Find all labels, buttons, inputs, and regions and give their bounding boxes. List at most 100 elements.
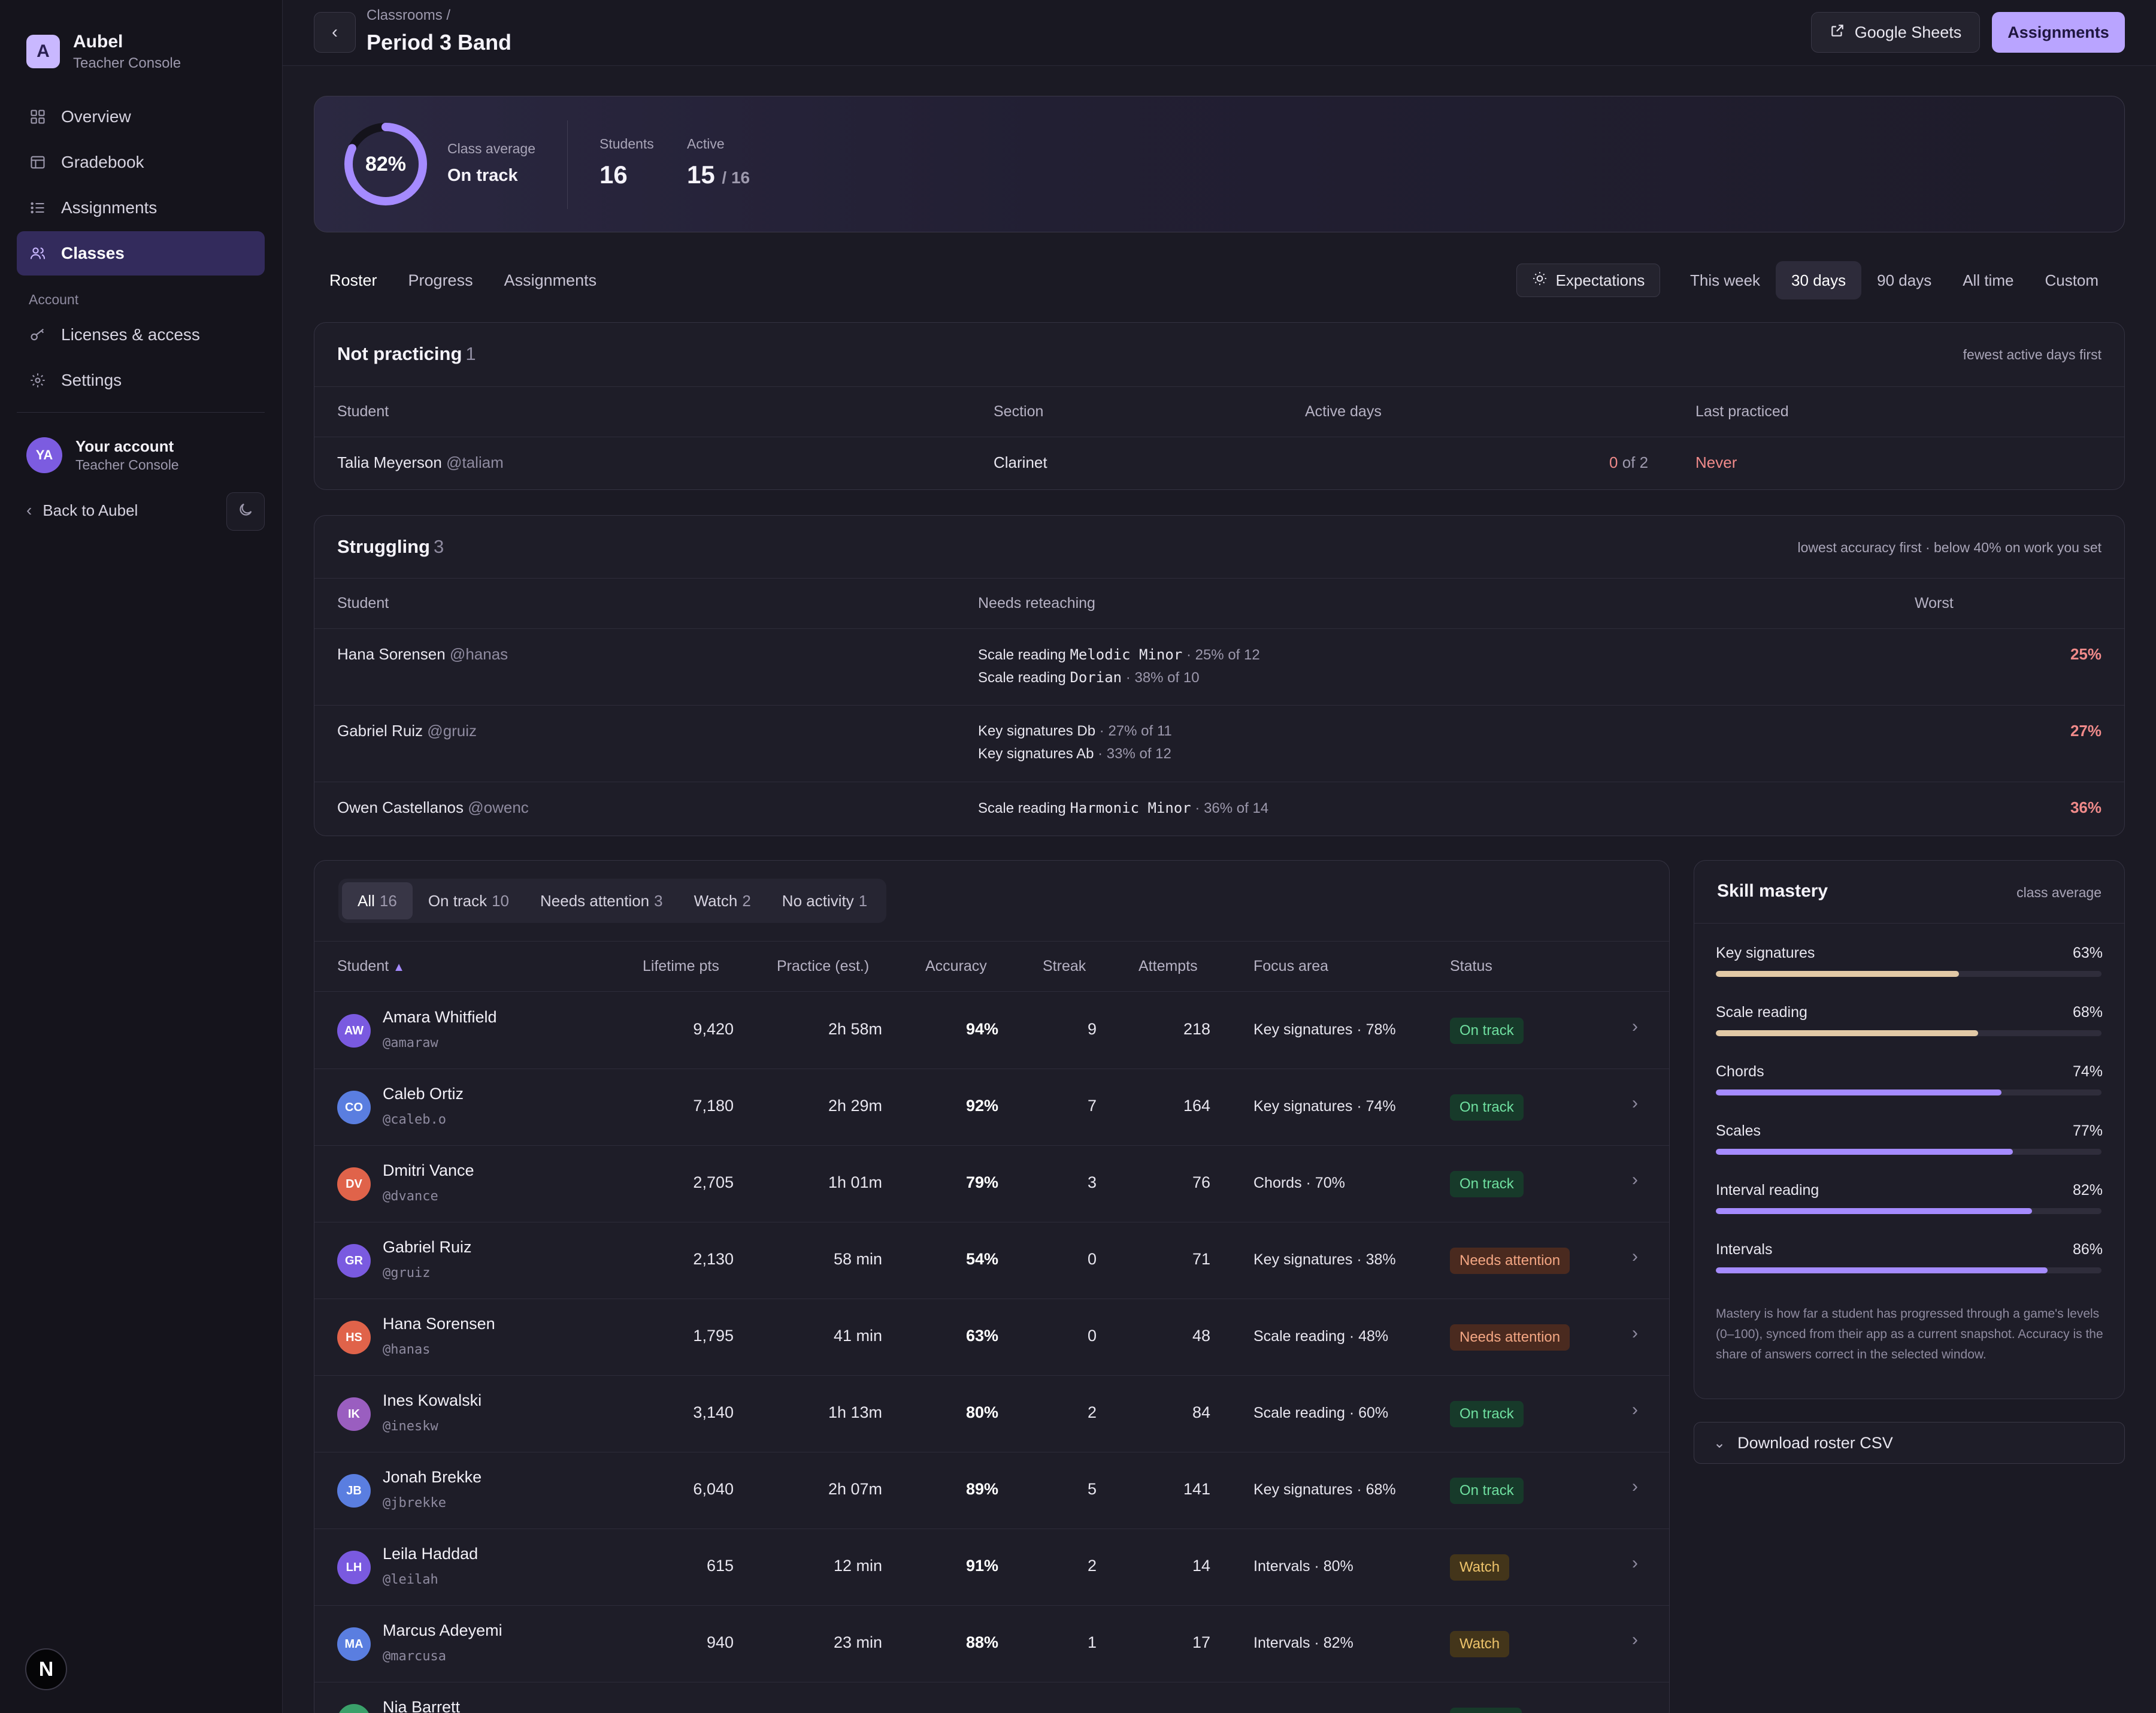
table-row[interactable]: GR Gabriel Ruiz @gruiz 2,130 58 min 54% 0 71 Key… bbox=[314, 1222, 1669, 1299]
tab-roster[interactable]: Roster bbox=[314, 262, 393, 298]
table-row[interactable]: CO Caleb Ortiz @caleb.o 7,180 2h 29m 92% 7 164 K… bbox=[314, 1069, 1669, 1146]
student-handle: @taliam bbox=[446, 453, 504, 471]
table-row[interactable]: LH Leila Haddad @leilah 615 12 min 91% 2 14 Inte… bbox=[314, 1529, 1669, 1606]
google-sheets-button[interactable]: Google Sheets bbox=[1811, 12, 1980, 53]
range-all-time[interactable]: All time bbox=[1947, 261, 2029, 299]
column-header-student[interactable]: Student bbox=[337, 595, 389, 612]
student-name[interactable]: Dmitri Vance bbox=[383, 1161, 474, 1180]
table-row[interactable]: NB Nia Barrett bbox=[314, 1682, 1669, 1713]
range-custom[interactable]: Custom bbox=[2029, 261, 2114, 299]
student-name[interactable]: Marcus Adeyemi bbox=[383, 1621, 502, 1640]
student-name[interactable]: Hana Sorensen @hanas bbox=[337, 645, 508, 664]
focus-area: Scale reading · 48% bbox=[1253, 1328, 1389, 1345]
filter-needs-attention[interactable]: Needs attention 3 bbox=[525, 882, 679, 919]
practice-time: 23 min bbox=[833, 1633, 882, 1651]
tab-progress[interactable]: Progress bbox=[393, 262, 489, 298]
student-name[interactable]: Ines Kowalski bbox=[383, 1391, 482, 1410]
skill-label: Scale reading bbox=[1716, 1004, 1807, 1021]
student-name[interactable]: Amara Whitfield bbox=[383, 1008, 497, 1027]
tab-assignments[interactable]: Assignments bbox=[489, 262, 613, 298]
chevron-right-icon[interactable]: › bbox=[1632, 1246, 1638, 1267]
student-name[interactable]: Jonah Brekke bbox=[383, 1468, 482, 1487]
practice-time: 2h 07m bbox=[828, 1480, 882, 1498]
sidebar-nav: Overview Gradebook Assignments Classes A… bbox=[17, 95, 265, 404]
skill-progress-fill bbox=[1716, 971, 1959, 977]
brand[interactable]: A Aubel Teacher Console bbox=[26, 31, 181, 72]
chevron-right-icon[interactable]: › bbox=[1632, 1553, 1638, 1573]
table-row[interactable]: IK Ines Kowalski @ineskw 3,140 1h 13m 80% 2 84 S… bbox=[314, 1376, 1669, 1452]
filter-watch[interactable]: Watch 2 bbox=[679, 882, 767, 919]
sidebar-item-licenses[interactable]: Licenses & access bbox=[17, 313, 265, 357]
student-name[interactable]: Gabriel Ruiz @gruiz bbox=[337, 722, 477, 740]
focus-area: Key signatures · 38% bbox=[1253, 1251, 1396, 1268]
expectations-button[interactable]: Expectations bbox=[1516, 264, 1660, 297]
column-header-attempts[interactable]: Attempts bbox=[1138, 958, 1198, 975]
range-this-week[interactable]: This week bbox=[1674, 261, 1776, 299]
streak-value: 0 bbox=[1087, 1250, 1097, 1268]
gear-icon bbox=[29, 371, 47, 389]
divider bbox=[314, 578, 2124, 579]
student-handle: @ineskw bbox=[383, 1419, 438, 1434]
chevron-right-icon[interactable]: › bbox=[1632, 1170, 1638, 1190]
range-90-days[interactable]: 90 days bbox=[1861, 261, 1947, 299]
back-to-app-link[interactable]: ‹ Back to Aubel bbox=[26, 501, 138, 520]
student-name[interactable]: Gabriel Ruiz bbox=[383, 1238, 472, 1257]
column-header-student[interactable]: Student bbox=[337, 403, 389, 420]
avatar: AW bbox=[337, 1014, 371, 1048]
breadcrumb[interactable]: Classrooms / bbox=[367, 7, 450, 24]
student-name[interactable]: Owen Castellanos @owenc bbox=[337, 798, 529, 817]
column-header-worst[interactable]: Worst bbox=[1915, 595, 1954, 612]
table-row[interactable]: DV Dmitri Vance @dvance 2,705 1h 01m 79% 3 76 Ch… bbox=[314, 1146, 1669, 1222]
column-header-section[interactable]: Section bbox=[994, 403, 1043, 420]
student-name[interactable]: Caleb Ortiz bbox=[383, 1085, 464, 1103]
external-link-icon bbox=[1830, 23, 1855, 43]
column-header-last-practiced[interactable]: Last practiced bbox=[1695, 403, 1789, 420]
student-name[interactable]: Hana Sorensen bbox=[383, 1315, 495, 1333]
assignments-button[interactable]: Assignments bbox=[1992, 12, 2125, 53]
chevron-right-icon[interactable]: › bbox=[1632, 1630, 1638, 1650]
filter-all[interactable]: All 16 bbox=[342, 882, 413, 919]
student-name[interactable]: Nia Barrett bbox=[383, 1698, 460, 1713]
column-header-lifetime-pts[interactable]: Lifetime pts bbox=[643, 958, 719, 975]
student-name[interactable]: Leila Haddad bbox=[383, 1545, 478, 1563]
back-button[interactable]: ‹ bbox=[314, 12, 356, 53]
account-menu[interactable]: YA Your account Teacher Console bbox=[26, 437, 179, 473]
sidebar-item-gradebook[interactable]: Gradebook bbox=[17, 140, 265, 184]
focus-area: Chords · 70% bbox=[1253, 1175, 1345, 1191]
status-badge: Needs attention bbox=[1450, 1324, 1570, 1351]
column-header-active-days[interactable]: Active days bbox=[1305, 403, 1382, 420]
sidebar-item-classes[interactable]: Classes bbox=[17, 231, 265, 276]
range-30-days[interactable]: 30 days bbox=[1776, 261, 1862, 299]
student-name[interactable]: Talia Meyerson @taliam bbox=[337, 453, 504, 472]
chevron-right-icon[interactable]: › bbox=[1632, 1400, 1638, 1420]
column-header-accuracy[interactable]: Accuracy bbox=[925, 958, 987, 975]
skill-progress-bar bbox=[1716, 1089, 2102, 1095]
table-row[interactable]: JB Jonah Brekke @jbrekke 6,040 2h 07m 89% 5 141… bbox=[314, 1452, 1669, 1529]
chevron-right-icon[interactable]: › bbox=[1632, 1093, 1638, 1113]
sidebar-item-assignments[interactable]: Assignments bbox=[17, 186, 265, 230]
filter-on-track[interactable]: On track 10 bbox=[413, 882, 525, 919]
column-header-practice[interactable]: Practice (est.) bbox=[777, 958, 869, 975]
column-header-needs-reteaching[interactable]: Needs reteaching bbox=[978, 595, 1095, 612]
skill-percent: 63% bbox=[2072, 945, 2103, 961]
download-roster-csv-button[interactable]: ⌄ Download roster CSV bbox=[1694, 1422, 2125, 1464]
sidebar-item-overview[interactable]: Overview bbox=[17, 95, 265, 139]
sidebar-item-settings[interactable]: Settings bbox=[17, 358, 265, 402]
column-header-streak[interactable]: Streak bbox=[1043, 958, 1086, 975]
skill-mastery-card: Skill mastery class average Key signatur… bbox=[1694, 860, 2125, 1399]
status-badge bbox=[1450, 1708, 1522, 1713]
chevron-right-icon[interactable]: › bbox=[1632, 1016, 1638, 1037]
filter-no-activity[interactable]: No activity 1 bbox=[767, 882, 883, 919]
skill-progress-fill bbox=[1716, 1089, 2001, 1095]
last-practiced-value: Never bbox=[1695, 453, 1737, 471]
column-header-student[interactable]: Student ▲ bbox=[337, 958, 405, 975]
theme-toggle-button[interactable] bbox=[226, 492, 265, 531]
chevron-right-icon[interactable]: › bbox=[1632, 1323, 1638, 1343]
n-logo-badge[interactable]: N bbox=[25, 1648, 67, 1690]
table-row[interactable]: MA Marcus Adeyemi @marcusa 940 23 min 88% 1 17 I… bbox=[314, 1606, 1669, 1682]
table-row[interactable]: HS Hana Sorensen @hanas 1,795 41 min 63% 0 48 Sc… bbox=[314, 1299, 1669, 1376]
column-header-status[interactable]: Status bbox=[1450, 958, 1492, 975]
chevron-right-icon[interactable]: › bbox=[1632, 1476, 1638, 1497]
table-row[interactable]: AW Amara Whitfield @amaraw 9,420 2h 58m 94% 9 2… bbox=[314, 992, 1669, 1069]
column-header-focus-area[interactable]: Focus area bbox=[1253, 958, 1328, 975]
